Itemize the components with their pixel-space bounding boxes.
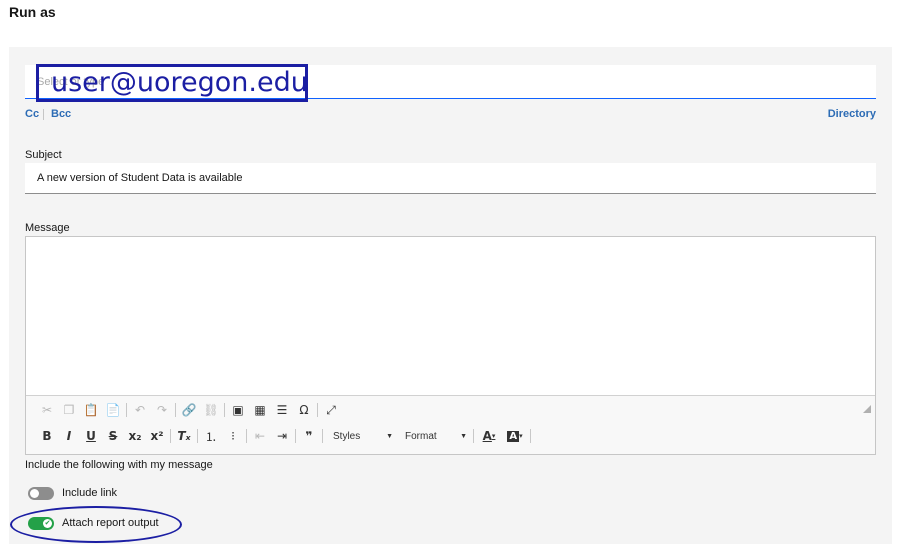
superscript-icon[interactable]: x²	[146, 426, 168, 446]
styles-dropdown-label: Styles	[333, 430, 361, 442]
include-section-label: Include the following with my message	[25, 459, 213, 471]
paste-text-icon[interactable]: 📄	[102, 400, 124, 420]
include-link-label: Include link	[62, 487, 118, 499]
link-icon[interactable]: 🔗	[178, 400, 200, 420]
toolbar-separator	[322, 429, 323, 443]
subscript-icon[interactable]: x₂	[124, 426, 146, 446]
numbered-list-icon[interactable]: ⒈	[200, 426, 222, 446]
toolbar-separator	[126, 403, 127, 417]
chevron-down-icon: ▼	[386, 432, 393, 440]
horizontal-line-icon[interactable]: ☰	[271, 400, 293, 420]
remove-format-icon[interactable]: Tₓ	[173, 426, 195, 446]
attach-annotation-ellipse	[10, 506, 182, 543]
page-heading: Run as	[9, 4, 56, 20]
message-editor: ✂ ❐ 📋 📄 ↶ ↷ 🔗 ⛓ ▣ ▦ ☰ Ω ⤢ B I U S x₂ x²	[25, 236, 876, 455]
unlink-icon[interactable]: ⛓	[200, 400, 222, 420]
cut-icon[interactable]: ✂	[36, 400, 58, 420]
outdent-icon[interactable]: ⇤	[249, 426, 271, 446]
include-link-toggle[interactable]	[28, 487, 54, 500]
toolbar-separator	[317, 403, 318, 417]
undo-icon[interactable]: ↶	[129, 400, 151, 420]
special-char-icon[interactable]: Ω	[293, 400, 315, 420]
redo-icon[interactable]: ↷	[151, 400, 173, 420]
chevron-down-icon: ▼	[460, 432, 467, 440]
paste-icon[interactable]: 📋	[80, 400, 102, 420]
cc-bcc-divider	[43, 109, 44, 120]
format-dropdown[interactable]: Format ▼	[397, 426, 471, 446]
to-recipient-value: user@uoregon.edu	[51, 67, 308, 98]
bold-icon[interactable]: B	[36, 426, 58, 446]
toolbar-separator	[170, 429, 171, 443]
table-icon[interactable]: ▦	[249, 400, 271, 420]
toolbar-row-1: ✂ ❐ 📋 📄 ↶ ↷ 🔗 ⛓ ▣ ▦ ☰ Ω ⤢	[36, 400, 342, 420]
toolbar-separator	[175, 403, 176, 417]
underline-icon[interactable]: U	[80, 426, 102, 446]
bulleted-list-icon[interactable]: ⁝	[222, 426, 244, 446]
toolbar-separator	[295, 429, 296, 443]
cc-link[interactable]: Cc	[25, 108, 39, 120]
format-dropdown-label: Format	[405, 430, 437, 442]
message-label: Message	[25, 222, 70, 234]
text-color-icon[interactable]: A ▾	[476, 426, 502, 446]
toolbar-separator	[246, 429, 247, 443]
subject-label: Subject	[25, 149, 62, 161]
message-body-area[interactable]	[26, 237, 875, 395]
bcc-link[interactable]: Bcc	[51, 108, 71, 120]
toolbar-row-2: B I U S x₂ x² Tₓ ⒈ ⁝ ⇤ ⇥ ❞ Styles ▼ Form…	[36, 426, 533, 446]
styles-dropdown[interactable]: Styles ▼	[325, 426, 397, 446]
editor-toolbar: ✂ ❐ 📋 📄 ↶ ↷ 🔗 ⛓ ▣ ▦ ☰ Ω ⤢ B I U S x₂ x²	[26, 395, 875, 454]
copy-icon[interactable]: ❐	[58, 400, 80, 420]
toggle-knob	[30, 489, 39, 498]
toolbar-separator	[530, 429, 531, 443]
directory-link[interactable]: Directory	[828, 108, 876, 120]
blockquote-icon[interactable]: ❞	[298, 426, 320, 446]
resize-grip-icon[interactable]	[863, 405, 871, 413]
strikethrough-icon[interactable]: S	[102, 426, 124, 446]
maximize-icon[interactable]: ⤢	[320, 400, 342, 420]
subject-input[interactable]: A new version of Student Data is availab…	[25, 163, 876, 194]
image-icon[interactable]: ▣	[227, 400, 249, 420]
italic-icon[interactable]: I	[58, 426, 80, 446]
indent-icon[interactable]: ⇥	[271, 426, 293, 446]
background-color-icon[interactable]: A ▾	[502, 426, 528, 446]
to-annotation-box: user@uoregon.edu	[36, 64, 308, 102]
toolbar-separator	[473, 429, 474, 443]
toolbar-separator	[224, 403, 225, 417]
toolbar-separator	[197, 429, 198, 443]
subject-value: A new version of Student Data is availab…	[37, 172, 243, 184]
